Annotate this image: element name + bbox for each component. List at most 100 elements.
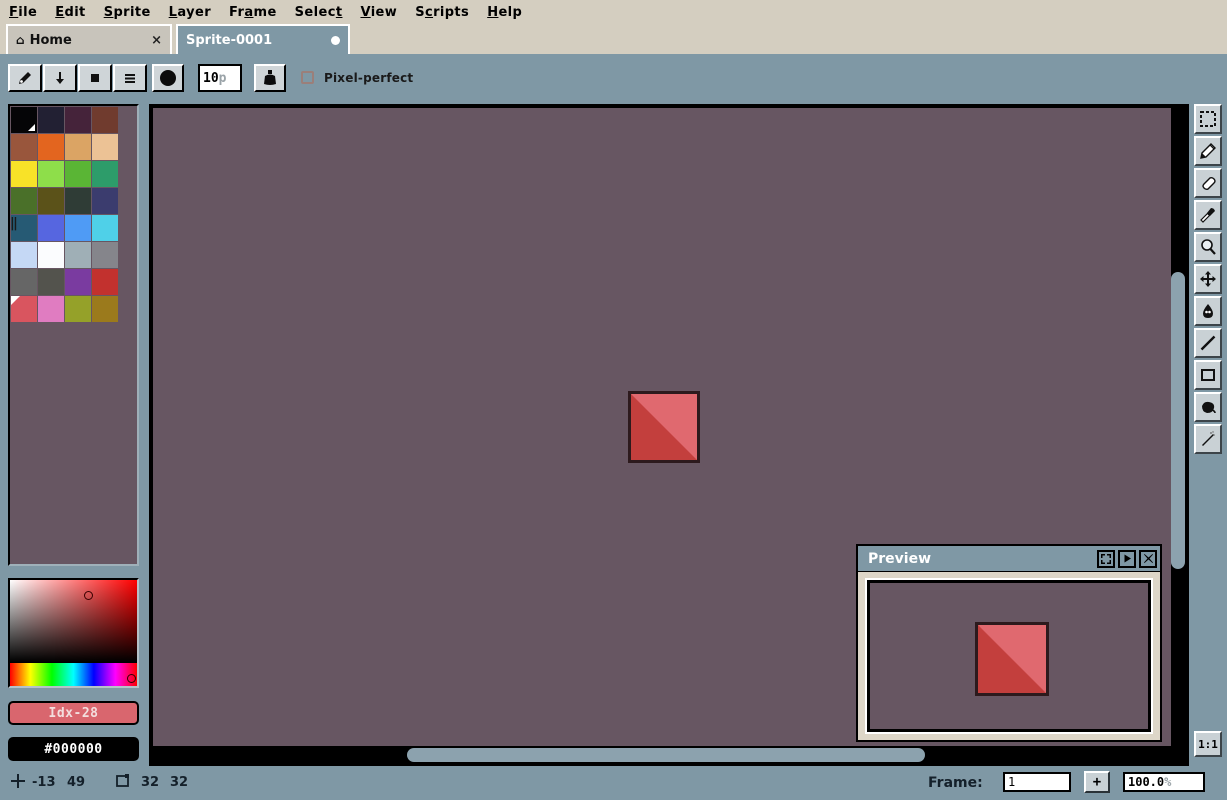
menu-frame[interactable]: Frame bbox=[220, 3, 286, 22]
preview-close-button[interactable] bbox=[1139, 549, 1157, 568]
crosshair-icon bbox=[10, 773, 26, 792]
frame-input[interactable]: 1 bbox=[1003, 772, 1071, 792]
palette-swatch-27[interactable] bbox=[92, 269, 118, 295]
menu-help[interactable]: Help bbox=[478, 3, 531, 22]
aseprite-window: File Edit Sprite Layer Frame Select View… bbox=[0, 0, 1227, 800]
hue-slider[interactable] bbox=[10, 663, 137, 686]
palette-swatch-22[interactable] bbox=[65, 242, 91, 268]
preview-sprite-artwork bbox=[975, 622, 1049, 696]
palette-grid[interactable] bbox=[11, 107, 118, 322]
palette-swatch-0[interactable] bbox=[11, 107, 37, 133]
palette-swatch-30[interactable] bbox=[65, 296, 91, 322]
tool-blur[interactable] bbox=[1194, 296, 1222, 326]
palette-swatch-23[interactable] bbox=[92, 242, 118, 268]
brush-preview-button[interactable] bbox=[8, 64, 42, 92]
menu-layer[interactable]: Layer bbox=[160, 3, 220, 22]
tool-pencil[interactable] bbox=[1194, 136, 1222, 166]
square-icon bbox=[91, 74, 99, 82]
tab-bar: ⌂ Home × Sprite-0001 bbox=[0, 24, 1227, 54]
pixel-perfect-label: Pixel-perfect bbox=[324, 71, 414, 85]
brush-options-button[interactable] bbox=[113, 64, 147, 92]
palette-swatch-28[interactable] bbox=[11, 296, 37, 322]
palette-swatch-8[interactable] bbox=[11, 161, 37, 187]
selected-color-marker-icon bbox=[11, 296, 20, 305]
tool-rectangle[interactable] bbox=[1194, 360, 1222, 390]
brush-size-input[interactable]: 10 p bbox=[198, 64, 242, 92]
sprite-artwork[interactable] bbox=[628, 391, 700, 463]
menu-view[interactable]: View bbox=[351, 3, 406, 22]
zoom-reset-button[interactable]: 1:1 bbox=[1194, 731, 1222, 757]
menu-scripts[interactable]: Scripts bbox=[406, 3, 478, 22]
palette-scroll-marker: ‖ bbox=[10, 216, 18, 231]
palette-swatch-13[interactable] bbox=[38, 188, 64, 214]
sprite-width-value: 32 bbox=[141, 775, 160, 790]
zoom-level-field[interactable]: 100.0% bbox=[1123, 772, 1205, 792]
horizontal-scrollbar-thumb[interactable] bbox=[407, 748, 925, 762]
palette-swatch-4[interactable] bbox=[11, 134, 37, 160]
preview-titlebar[interactable]: Preview bbox=[858, 546, 1160, 572]
palette-swatch-25[interactable] bbox=[38, 269, 64, 295]
tool-spray[interactable] bbox=[1194, 424, 1222, 454]
palette-swatch-29[interactable] bbox=[38, 296, 64, 322]
menu-edit[interactable]: Edit bbox=[46, 3, 94, 22]
eyedropper-icon bbox=[1200, 208, 1215, 223]
palette-swatch-15[interactable] bbox=[92, 188, 118, 214]
palette-swatch-6[interactable] bbox=[65, 134, 91, 160]
palette-swatch-21[interactable] bbox=[38, 242, 64, 268]
tab-sprite-0001[interactable]: Sprite-0001 bbox=[176, 24, 350, 54]
palette-swatch-10[interactable] bbox=[65, 161, 91, 187]
saturation-value-area[interactable] bbox=[10, 580, 137, 662]
preview-window[interactable]: Preview bbox=[856, 544, 1162, 742]
palette-swatch-26[interactable] bbox=[65, 269, 91, 295]
add-frame-button[interactable]: + bbox=[1084, 771, 1110, 793]
palette-swatch-24[interactable] bbox=[11, 269, 37, 295]
menu-select[interactable]: Select bbox=[286, 3, 352, 22]
menu-sprite[interactable]: Sprite bbox=[95, 3, 160, 22]
menu-file[interactable]: File bbox=[0, 3, 46, 22]
palette-swatch-17[interactable] bbox=[38, 215, 64, 241]
palette-swatch-7[interactable] bbox=[92, 134, 118, 160]
palette-swatch-3[interactable] bbox=[92, 107, 118, 133]
pencil-icon bbox=[1200, 143, 1216, 159]
tool-paint-bucket[interactable] bbox=[1194, 392, 1222, 422]
tool-eraser[interactable] bbox=[1194, 168, 1222, 198]
close-icon[interactable]: × bbox=[147, 33, 162, 48]
tab-home[interactable]: ⌂ Home × bbox=[6, 24, 172, 54]
tool-zoom[interactable] bbox=[1194, 232, 1222, 262]
tool-line[interactable] bbox=[1194, 328, 1222, 358]
palette-swatch-2[interactable] bbox=[65, 107, 91, 133]
brush-square-button[interactable] bbox=[78, 64, 112, 92]
zoom-level-value: 100.0 bbox=[1128, 775, 1165, 789]
menu-bar: File Edit Sprite Layer Frame Select View… bbox=[0, 0, 1227, 24]
brush-shape-button[interactable] bbox=[152, 64, 184, 92]
tool-marquee-select[interactable] bbox=[1194, 104, 1222, 134]
color-index-button[interactable]: Idx-28 bbox=[8, 701, 139, 725]
preview-play-button[interactable] bbox=[1118, 549, 1136, 568]
marquee-select-icon bbox=[1200, 111, 1216, 127]
move-arrows-icon bbox=[1200, 271, 1216, 287]
palette-swatch-18[interactable] bbox=[65, 215, 91, 241]
palette-swatch-11[interactable] bbox=[92, 161, 118, 187]
palette-swatch-5[interactable] bbox=[38, 134, 64, 160]
color-picker[interactable] bbox=[8, 578, 139, 688]
palette-swatch-14[interactable] bbox=[65, 188, 91, 214]
home-icon: ⌂ bbox=[16, 33, 25, 47]
palette-swatch-20[interactable] bbox=[11, 242, 37, 268]
preview-maximize-button[interactable] bbox=[1097, 549, 1115, 568]
magnifier-icon bbox=[1201, 239, 1216, 255]
tool-loop-button[interactable] bbox=[43, 64, 77, 92]
vertical-scrollbar-thumb[interactable] bbox=[1171, 272, 1185, 569]
hex-value-field[interactable]: #000000 bbox=[8, 737, 139, 761]
tool-move[interactable] bbox=[1194, 264, 1222, 294]
circle-icon bbox=[160, 70, 176, 86]
palette-swatch-19[interactable] bbox=[92, 215, 118, 241]
palette-swatch-12[interactable] bbox=[11, 188, 37, 214]
pixel-perfect-checkbox[interactable] bbox=[301, 71, 314, 84]
brush-size-suffix: p bbox=[218, 70, 227, 86]
palette-swatch-1[interactable] bbox=[38, 107, 64, 133]
palette-swatch-9[interactable] bbox=[38, 161, 64, 187]
palette-swatch-31[interactable] bbox=[92, 296, 118, 322]
tool-eyedropper[interactable] bbox=[1194, 200, 1222, 230]
sv-cursor-icon bbox=[84, 591, 93, 600]
ink-type-button[interactable] bbox=[254, 64, 286, 92]
